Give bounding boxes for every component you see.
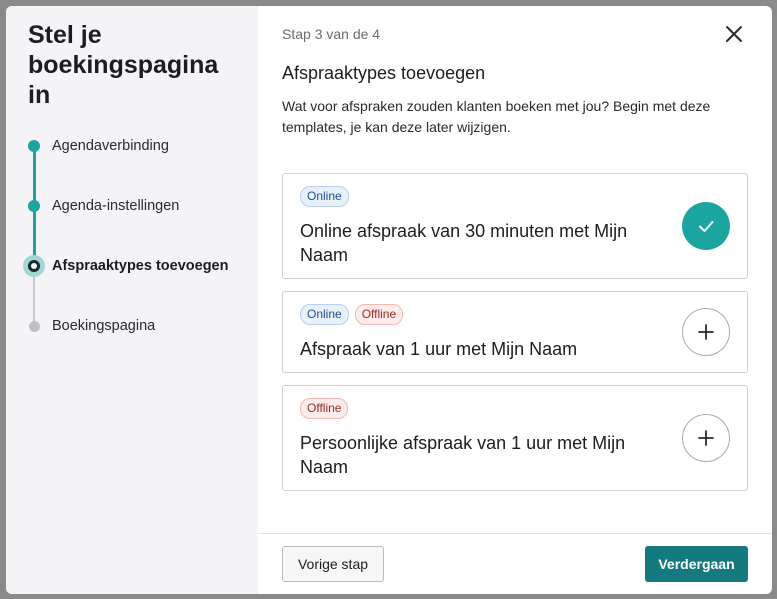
step-label: Afspraaktypes toevoegen xyxy=(52,258,229,274)
card-title: Online afspraak van 30 minuten met Mijn … xyxy=(300,221,628,265)
card-title: Afspraak van 1 uur met Mijn Naam xyxy=(300,339,578,359)
appointment-card[interactable]: Online Offline Afspraak van 1 uur met Mi… xyxy=(282,291,748,373)
section-title: Afspraaktypes toevoegen xyxy=(282,63,486,83)
step-label: Agendaverbinding xyxy=(52,138,169,154)
online-badge: Online xyxy=(300,304,349,325)
close-icon xyxy=(726,26,742,42)
selected-button[interactable] xyxy=(682,202,730,250)
close-button[interactable] xyxy=(724,24,744,44)
step-counter: Stap 3 van de 4 xyxy=(282,26,381,42)
add-button[interactable] xyxy=(682,414,730,462)
offline-badge: Offline xyxy=(300,398,349,419)
sidebar-title: Stel je boekingspagina in xyxy=(28,21,219,109)
online-badge: Online xyxy=(300,186,349,207)
step-todo-dot xyxy=(29,320,40,332)
offline-badge: Offline xyxy=(354,304,404,325)
step-done-dot xyxy=(28,140,40,152)
setup-modal: Stel je boekingspagina in Agendaverbindi… xyxy=(6,6,772,594)
modal-footer: Vorige stap Verdergaan xyxy=(258,533,772,594)
sidebar: Stel je boekingspagina in Agendaverbindi… xyxy=(6,6,258,594)
plus-icon xyxy=(698,324,714,340)
intro-text: Wat voor afspraken zouden klanten boeken… xyxy=(282,98,711,135)
continue-button[interactable]: Verdergaan xyxy=(645,546,748,582)
appointment-card[interactable]: Online Online afspraak van 30 minuten me… xyxy=(282,173,748,279)
add-button[interactable] xyxy=(682,308,730,356)
badge-group: Online xyxy=(300,186,349,207)
step-current-dot xyxy=(23,255,45,277)
badge-group: Offline xyxy=(300,398,349,419)
main-panel: Stap 3 van de 4 Afspraaktypes toevoegen … xyxy=(258,6,772,594)
step-label: Agenda-instellingen xyxy=(52,198,180,214)
plus-icon xyxy=(698,430,714,446)
previous-step-button[interactable]: Vorige stap xyxy=(282,546,384,582)
card-title: Persoonlijke afspraak van 1 uur met Mijn… xyxy=(300,433,626,477)
step-done-dot xyxy=(28,200,40,212)
step-label: Boekingspagina xyxy=(52,318,156,334)
badge-group: Online Offline xyxy=(300,304,404,325)
appointment-card[interactable]: Offline Persoonlijke afspraak van 1 uur … xyxy=(282,385,748,491)
checkmark-icon xyxy=(699,221,714,232)
